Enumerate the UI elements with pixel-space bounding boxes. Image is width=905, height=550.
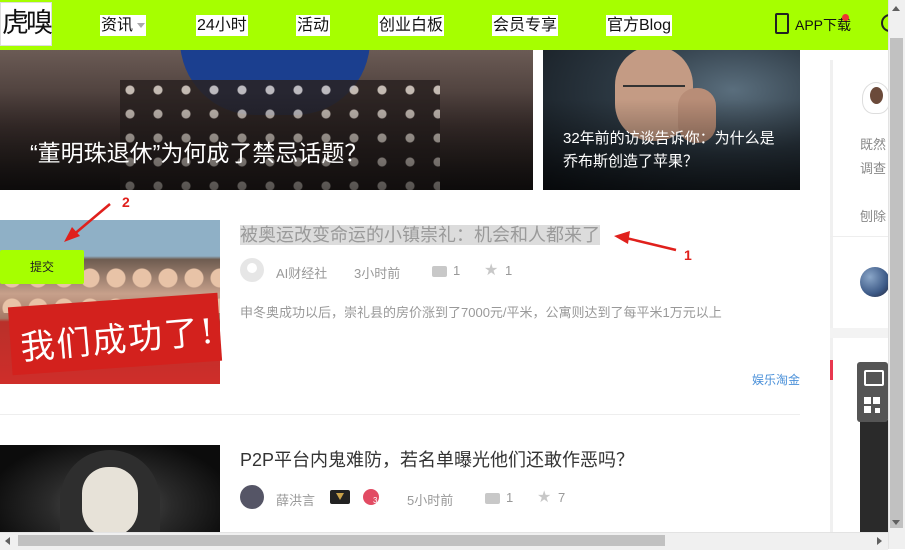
annotation-arrows [64, 203, 677, 252]
sidebar-text: 既然 [860, 137, 887, 152]
scroll-right-icon[interactable] [877, 537, 882, 545]
vertical-scrollbar-thumb[interactable] [890, 38, 903, 528]
scroll-left-icon[interactable] [5, 537, 10, 545]
section-marker [830, 360, 833, 380]
sidebar-avatar[interactable] [862, 82, 890, 114]
horizontal-scrollbar-thumb[interactable] [18, 535, 665, 546]
scroll-down-icon[interactable] [892, 520, 900, 525]
sidebar-avatar[interactable] [860, 267, 890, 297]
floating-toolbar [857, 362, 888, 422]
feedback-icon[interactable] [864, 370, 884, 386]
sidebar-image[interactable] [860, 420, 890, 535]
scroll-up-icon[interactable] [892, 6, 900, 11]
sidebar-text: 刨除 [860, 209, 887, 224]
sidebar-text: 调查 [860, 161, 887, 176]
qr-code-icon[interactable] [864, 397, 880, 413]
annotation-label-1: 1 [684, 247, 692, 263]
annotation-label-2: 2 [122, 194, 130, 210]
